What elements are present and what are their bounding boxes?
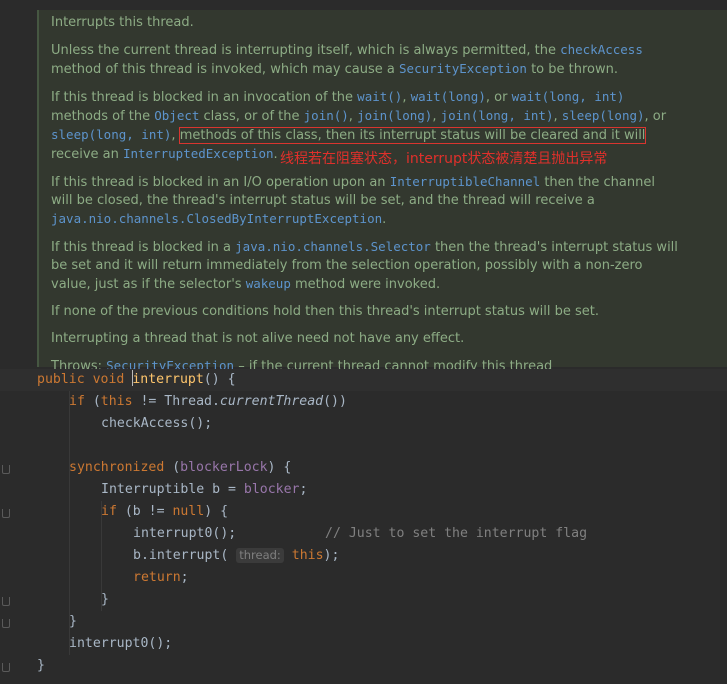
keyword: public xyxy=(37,372,85,387)
code-line[interactable]: interrupt0(); xyxy=(0,633,727,655)
doc-code-link[interactable]: SecurityException xyxy=(399,61,527,76)
code-line[interactable]: if (b != null) { xyxy=(0,501,727,523)
keyword: this xyxy=(291,548,324,563)
code-text: ; xyxy=(180,570,189,585)
red-annotation: 线程若在阻塞状态，interrupt状态被清楚且抛出异常 xyxy=(280,151,608,167)
code-line[interactable]: b.interrupt( thread: this); xyxy=(0,545,727,567)
doc-text: , xyxy=(402,90,411,105)
doc-code-link[interactable]: sleep(long) xyxy=(562,108,645,123)
doc-code-link[interactable]: join(long) xyxy=(357,108,432,123)
doc-text: If this thread is blocked in an invocati… xyxy=(51,90,358,105)
static-call: currentThread xyxy=(219,394,324,409)
method-name: interrupt xyxy=(132,372,204,387)
code-text: b.interrupt( xyxy=(133,548,229,563)
highlight-box: methods of this class, then its interrup… xyxy=(178,127,647,144)
doc-text: Unless the current thread is interruptin… xyxy=(51,43,561,58)
code-text: ) { xyxy=(267,460,292,475)
doc-code-link[interactable]: join() xyxy=(304,108,349,123)
code-line[interactable]: checkAccess(); xyxy=(0,413,727,435)
code-text: ; xyxy=(299,482,308,497)
doc-code-link[interactable]: wakeup xyxy=(246,276,291,291)
doc-text: class, or of the xyxy=(199,109,304,124)
field-ref: blockerLock xyxy=(180,460,268,475)
doc-paragraph-none: If none of the previous conditions hold … xyxy=(51,304,599,319)
code-comment: // Just to set the interrupt flag xyxy=(325,526,588,541)
doc-paragraph-security: Unless the current thread is interruptin… xyxy=(51,41,679,79)
doc-code-link[interactable]: InterruptedException xyxy=(123,146,274,161)
keyword: return xyxy=(133,570,181,585)
doc-text: , xyxy=(553,109,562,124)
doc-summary: Interrupts this thread. xyxy=(51,15,194,30)
doc-text: , or xyxy=(485,90,512,105)
keyword: synchronized xyxy=(69,460,165,475)
doc-text: receive an xyxy=(51,147,123,162)
doc-text: method were invoked. xyxy=(290,277,441,292)
code-line[interactable]: return; xyxy=(0,567,727,589)
code-text: interrupt0(); xyxy=(69,636,173,651)
code-text: ( xyxy=(84,394,101,409)
doc-text: , or xyxy=(644,109,667,124)
doc-paragraph-io: If this thread is blocked in an I/O oper… xyxy=(51,173,679,229)
field-ref: blocker xyxy=(243,482,300,497)
keyword: this xyxy=(100,394,133,409)
doc-code-link[interactable]: join(long, int) xyxy=(441,108,554,123)
code-text: Interruptible b = xyxy=(101,482,244,497)
doc-text: , xyxy=(348,109,358,124)
code-text: } xyxy=(69,614,77,629)
doc-code-link[interactable]: InterruptibleChannel xyxy=(390,174,541,189)
doc-text: If this thread is blocked in a xyxy=(51,240,236,255)
doc-text: methods of the xyxy=(51,109,155,124)
code-text: checkAccess(); xyxy=(101,416,213,431)
keyword: if xyxy=(69,394,85,409)
code-text: } xyxy=(101,592,109,607)
keyword: void xyxy=(92,372,125,387)
parameter-hint: thread: xyxy=(236,548,284,563)
code-line[interactable]: if (this != Thread.currentThread()) xyxy=(0,391,727,413)
code-line[interactable]: } xyxy=(0,589,727,611)
keyword: if xyxy=(101,504,117,519)
doc-code-link[interactable]: wait(long, int) xyxy=(512,89,625,104)
doc-code-link[interactable]: wait(long) xyxy=(411,89,486,104)
code-text: ()) xyxy=(323,394,347,409)
doc-paragraph-not-alive: Interrupting a thread that is not alive … xyxy=(51,331,465,346)
code-editor[interactable]: public void interrupt() { if (this != Th… xyxy=(0,369,727,677)
code-text: (b != xyxy=(116,504,173,519)
code-line[interactable]: } xyxy=(0,655,727,677)
code-line[interactable]: } xyxy=(0,611,727,633)
code-line[interactable]: interrupt0(); // Just to set the interrup… xyxy=(0,523,727,545)
code-text: () { xyxy=(203,372,236,387)
doc-text: to be thrown. xyxy=(526,62,619,77)
code-line[interactable]: Interruptible b = blocker; xyxy=(0,479,727,501)
doc-paragraph-selector: If this thread is blocked in a java.nio.… xyxy=(51,238,679,294)
doc-text: . xyxy=(273,147,278,162)
doc-code-link[interactable]: checkAccess xyxy=(560,42,643,57)
code-text: ( xyxy=(164,460,181,475)
doc-code-link[interactable]: Object xyxy=(154,108,199,123)
javadoc-text: Interrupts this thread. Unless the curre… xyxy=(51,14,679,385)
doc-code-link[interactable]: sleep(long, int) xyxy=(51,127,171,142)
code-text: ); xyxy=(323,548,340,563)
doc-text: , xyxy=(432,109,441,124)
doc-code-link[interactable]: java.nio.channels.ClosedByInterruptExcep… xyxy=(51,211,382,226)
doc-text: method of this thread is invoked, which … xyxy=(51,62,400,77)
doc-text: . xyxy=(382,212,387,227)
code-text: != Thread. xyxy=(132,394,220,409)
keyword: null xyxy=(172,504,205,519)
doc-code-link[interactable]: wait() xyxy=(357,89,402,104)
javadoc-bar xyxy=(37,10,39,367)
doc-code-link[interactable]: java.nio.channels.Selector xyxy=(235,239,431,254)
doc-text: , xyxy=(171,128,180,143)
code-text: interrupt0(); xyxy=(133,526,237,541)
doc-text: If this thread is blocked in an I/O oper… xyxy=(51,175,390,190)
code-text: } xyxy=(37,658,45,673)
code-line[interactable]: synchronized (blockerLock) { xyxy=(0,457,727,479)
code-text: ) { xyxy=(204,504,229,519)
code-line[interactable]: public void interrupt() { xyxy=(0,369,727,391)
code-line-empty[interactable] xyxy=(0,435,727,457)
